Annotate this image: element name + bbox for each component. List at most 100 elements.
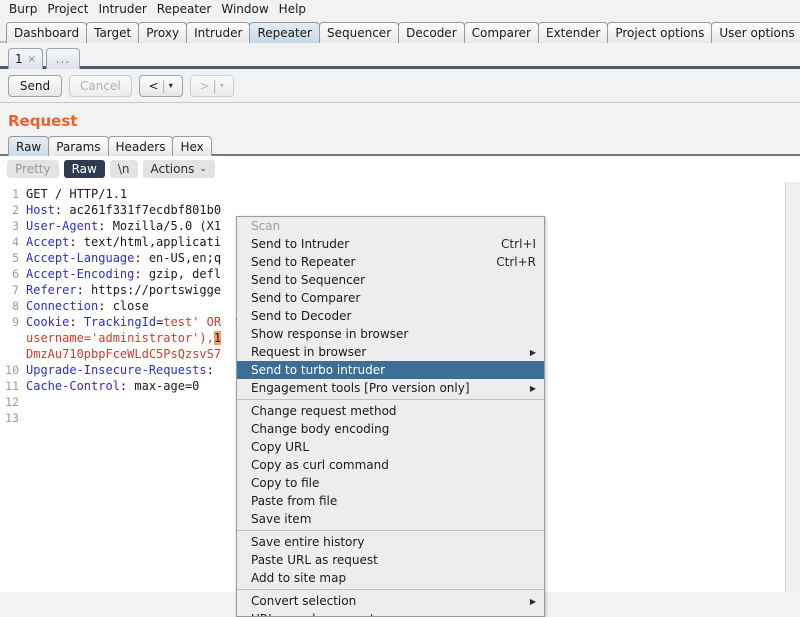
submenu-arrow-icon: ▶ [530,597,536,606]
request-tab-raw[interactable]: Raw [8,136,49,156]
line-number-gutter: 123456789..10111213 [0,182,22,592]
header-value: : [207,363,214,377]
menu-item-send-to-repeater[interactable]: Send to RepeaterCtrl+R [237,253,544,271]
menubar-item-help[interactable]: Help [274,1,311,18]
view-button-raw[interactable]: Raw [64,160,105,178]
menu-bar: BurpProjectIntruderRepeaterWindowHelp [0,0,800,19]
menu-item-save-item[interactable]: Save item [237,510,544,528]
menu-item-add-to-site-map[interactable]: Add to site map [237,569,544,587]
code-line: GET / HTTP/1.1 [26,186,800,202]
forward-arrow-icon: > [200,79,210,93]
header-value: : [69,315,83,329]
close-icon[interactable]: × [28,54,36,65]
send-button[interactable]: Send [8,75,62,97]
request-tab-params[interactable]: Params [48,136,108,156]
tab-comparer[interactable]: Comparer [464,22,539,43]
menu-item-label: Convert selection [251,594,530,608]
forward-button: > | ▾ [190,75,234,97]
menu-item-copy-url[interactable]: Copy URL [237,438,544,456]
repeater-tab-1[interactable]: 1× [8,48,43,69]
menu-item-label: Copy URL [251,440,536,454]
menu-item-label: Paste URL as request [251,553,536,567]
menu-item-send-to-decoder[interactable]: Send to Decoder [237,307,544,325]
menu-item-url-encode-as-you-type[interactable]: URL-encode as you type [237,610,544,617]
menubar-item-burp[interactable]: Burp [4,1,42,18]
menu-item-change-request-method[interactable]: Change request method [237,402,544,420]
tab-target[interactable]: Target [86,22,139,43]
menu-item-label: Save entire history [251,535,536,549]
menubar-item-intruder[interactable]: Intruder [93,1,151,18]
view-button-pretty[interactable]: Pretty [7,160,59,178]
injected-payload: DmzAu710pbpFceWLdC5PsQzsvS7 [26,347,221,361]
actions-label: Actions [151,162,195,176]
line-number: 2 [0,202,22,218]
menu-item-label: Send to Sequencer [251,273,536,287]
menu-item-copy-to-file[interactable]: Copy to file [237,474,544,492]
menu-item-send-to-turbo-intruder[interactable]: Send to turbo intruder [237,361,544,379]
chevron-down-icon: ▾ [169,81,173,90]
header-value: : close [98,299,149,313]
actions-button[interactable]: Actions ⌄ [143,160,215,178]
menu-item-shortcut: Ctrl+I [487,237,536,251]
menu-item-paste-from-file[interactable]: Paste from file [237,492,544,510]
line-number: 8 [0,298,22,314]
menu-item-scan: Scan [237,217,544,235]
menu-item-label: Send to Repeater [251,255,482,269]
context-menu[interactable]: ScanSend to IntruderCtrl+ISend to Repeat… [236,216,545,617]
tab-intruder[interactable]: Intruder [186,22,250,43]
tab-repeater[interactable]: Repeater [249,22,320,43]
line-number: 3 [0,218,22,234]
tab-sequencer[interactable]: Sequencer [319,22,399,43]
request-tab-hex[interactable]: Hex [172,136,211,156]
cancel-button: Cancel [69,75,132,97]
menu-item-request-in-browser[interactable]: Request in browser▶ [237,343,544,361]
menu-item-send-to-sequencer[interactable]: Send to Sequencer [237,271,544,289]
menu-item-engagement-tools-pro-version-only[interactable]: Engagement tools [Pro version only]▶ [237,379,544,397]
view-button-n[interactable]: \n [110,160,138,178]
menu-item-label: URL-encode as you type [251,612,536,617]
repeater-new-tab[interactable]: ... [46,48,80,69]
tab-project-options[interactable]: Project options [607,22,712,43]
menubar-item-window[interactable]: Window [216,1,273,18]
menu-item-label: Scan [251,219,536,233]
repeater-tab-label: ... [56,52,70,66]
header-name: User-Agent [26,219,98,233]
header-value: : https://portswigge [77,283,222,297]
menu-item-label: Change request method [251,404,536,418]
menu-item-copy-as-curl-command[interactable]: Copy as curl command [237,456,544,474]
menu-item-label: Add to site map [251,571,536,585]
menu-item-label: Copy to file [251,476,536,490]
back-button[interactable]: < | ▾ [139,75,183,97]
request-tab-headers[interactable]: Headers [108,136,174,156]
chevron-down-icon: ⌄ [199,164,207,174]
editor-vertical-scrollbar[interactable] [785,182,800,592]
menu-item-label: Change body encoding [251,422,536,436]
header-name: Accept-Language [26,251,134,265]
tab-extender[interactable]: Extender [538,22,608,43]
menubar-item-repeater[interactable]: Repeater [152,1,217,18]
header-name: Upgrade-Insecure-Requests [26,363,207,377]
line-number: 11 [0,378,22,394]
tab-proxy[interactable]: Proxy [138,22,187,43]
menu-item-send-to-comparer[interactable]: Send to Comparer [237,289,544,307]
tab-decoder[interactable]: Decoder [398,22,465,43]
tab-dashboard[interactable]: Dashboard [6,22,87,43]
menu-item-save-entire-history[interactable]: Save entire history [237,533,544,551]
menu-item-convert-selection[interactable]: Convert selection▶ [237,592,544,610]
menu-item-show-response-in-browser[interactable]: Show response in browser [237,325,544,343]
menu-item-label: Send to Decoder [251,309,536,323]
menubar-item-project[interactable]: Project [42,1,93,18]
chevron-down-icon: ▾ [220,81,224,90]
back-arrow-icon: < [149,79,159,93]
line-number: 12 [0,394,22,410]
line-number: 6 [0,266,22,282]
menu-item-label: Paste from file [251,494,536,508]
menu-item-send-to-intruder[interactable]: Send to IntruderCtrl+I [237,235,544,253]
header-value: : gzip, defl [134,267,221,281]
menu-separator [237,399,544,400]
header-value: : en-US,en;q [134,251,221,265]
menu-item-paste-url-as-request[interactable]: Paste URL as request [237,551,544,569]
line-number: 7 [0,282,22,298]
tab-user-options[interactable]: User options [711,22,800,43]
menu-item-change-body-encoding[interactable]: Change body encoding [237,420,544,438]
